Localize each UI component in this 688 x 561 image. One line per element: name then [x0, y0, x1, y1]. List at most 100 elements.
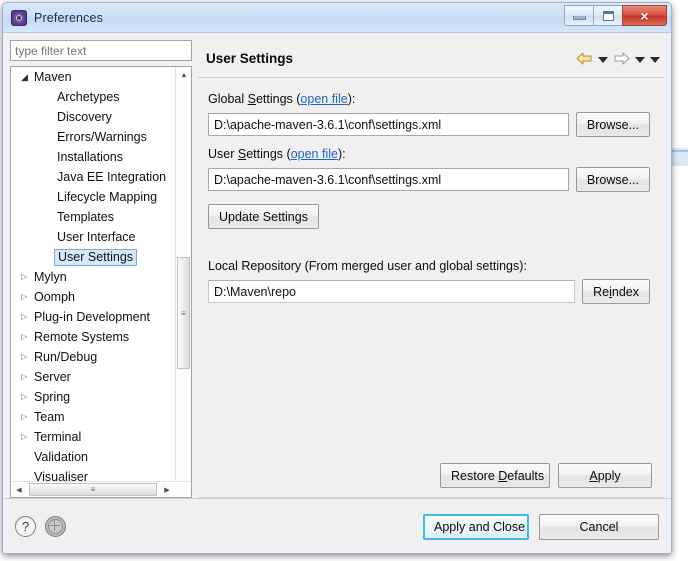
tree-item-validation[interactable]: Validation	[11, 447, 171, 467]
user-settings-browse-button[interactable]: Browse...	[575, 167, 650, 192]
maximize-icon	[602, 10, 614, 21]
restore-defaults-mnemonic: D	[498, 468, 508, 483]
global-settings-label-post: ettings (	[255, 92, 301, 106]
tree-item-terminal[interactable]: Terminal	[11, 427, 171, 447]
user-settings-open-file-link[interactable]: open file	[291, 147, 338, 161]
apply-button[interactable]: Apply	[558, 463, 652, 488]
tree-item-discovery[interactable]: Discovery	[11, 107, 171, 127]
filter-input[interactable]	[10, 40, 192, 61]
user-settings-label: User Settings (open file):	[208, 147, 650, 161]
title-bar[interactable]: Preferences ×	[3, 3, 671, 33]
tree-collapse-arrow-icon[interactable]	[21, 333, 34, 341]
tree-item-templates[interactable]: Templates	[11, 207, 171, 227]
footer-buttons: Apply and Close Cancel	[423, 513, 659, 540]
tree-item-label: Discovery	[57, 110, 112, 124]
tree-collapse-arrow-icon[interactable]	[21, 293, 34, 301]
tree-item-user-interface[interactable]: User Interface	[11, 227, 171, 247]
global-settings-label: Global Settings (open file):	[208, 92, 650, 106]
tree-item-user-settings[interactable]: User Settings	[11, 247, 171, 267]
forward-history-chevron-down-icon[interactable]	[635, 56, 645, 63]
user-settings-row: Browse...	[208, 167, 650, 192]
forward-arrow-icon[interactable]	[613, 51, 630, 66]
tree-collapse-arrow-icon[interactable]	[21, 353, 34, 361]
tree-item-label: User Interface	[57, 230, 136, 244]
user-settings-input[interactable]	[208, 168, 569, 191]
tree-item-remote-systems[interactable]: Remote Systems	[11, 327, 171, 347]
global-settings-label-end: ):	[347, 92, 356, 106]
help-icon[interactable]: ?	[15, 516, 36, 537]
tree-item-maven[interactable]: Maven	[11, 67, 171, 87]
tree-item-lifecycle-mapping[interactable]: Lifecycle Mapping	[11, 187, 171, 207]
preferences-tree[interactable]: Maven Archetypes Discovery Errors/Warnings I…	[10, 66, 192, 498]
tree-item-installations[interactable]: Installations	[11, 147, 171, 167]
tree-item-label: Remote Systems	[34, 330, 130, 344]
dialog-footer: ? Apply and Close Cancel	[3, 498, 671, 553]
back-history-chevron-down-icon[interactable]	[598, 56, 608, 63]
local-repository-input[interactable]	[208, 280, 576, 303]
vertical-scrollbar-thumb[interactable]: ≡	[177, 257, 190, 369]
scrollbar-grip-icon: ≡	[90, 485, 96, 494]
tree-collapse-arrow-icon[interactable]	[21, 393, 34, 401]
tree-collapse-arrow-icon[interactable]	[21, 273, 34, 281]
user-settings-label-post: ettings (	[246, 147, 291, 161]
tree-item-label: Lifecycle Mapping	[57, 190, 158, 204]
tree-collapse-arrow-icon[interactable]	[21, 313, 34, 321]
local-repository-row: Reindex	[208, 279, 650, 304]
tree-item-archetypes[interactable]: Archetypes	[11, 87, 171, 107]
reindex-label-pre: Re	[593, 284, 610, 299]
tree-item-team[interactable]: Team	[11, 407, 171, 427]
tree-collapse-arrow-icon[interactable]	[21, 373, 34, 381]
back-arrow-icon[interactable]	[576, 51, 593, 66]
tree-item-mylyn[interactable]: Mylyn	[11, 267, 171, 287]
page-action-buttons: Restore Defaults Apply	[440, 463, 652, 488]
tree-item-label: Terminal	[34, 430, 82, 444]
globe-icon[interactable]	[45, 516, 66, 537]
maximize-button[interactable]	[593, 5, 622, 26]
tree-item-label: Validation	[34, 450, 88, 464]
restore-defaults-label-post: efaults	[507, 468, 545, 483]
tree-item-label: User Settings	[54, 248, 138, 266]
tree-item-spring[interactable]: Spring	[11, 387, 171, 407]
global-settings-browse-button[interactable]: Browse...	[575, 112, 650, 137]
globe-icon-inner	[48, 519, 63, 534]
dialog-body: Maven Archetypes Discovery Errors/Warnings I…	[3, 33, 671, 498]
view-menu-chevron-down-icon[interactable]	[650, 56, 660, 63]
tree-collapse-arrow-icon[interactable]	[21, 413, 34, 421]
tree-item-plug-in-development[interactable]: Plug-in Development	[11, 307, 171, 327]
window-controls: ×	[564, 5, 667, 26]
close-icon: ×	[640, 7, 649, 24]
scroll-right-icon[interactable]: ▶	[159, 482, 175, 497]
apply-label-post: pply	[597, 468, 621, 483]
tree-item-run-debug[interactable]: Run/Debug	[11, 347, 171, 367]
minimize-button[interactable]	[564, 5, 593, 26]
scroll-up-icon[interactable]: ▲	[176, 67, 191, 84]
reindex-button[interactable]: Reindex	[582, 279, 650, 304]
window-title: Preferences	[34, 10, 104, 25]
update-settings-button[interactable]: Update Settings	[208, 204, 319, 229]
tree-item-label: Java EE Integration	[57, 170, 167, 184]
tree-item-label: Plug-in Development	[34, 310, 151, 324]
tree-item-errors-warnings[interactable]: Errors/Warnings	[11, 127, 171, 147]
cancel-button[interactable]: Cancel	[539, 513, 659, 540]
tree-item-server[interactable]: Server	[11, 367, 171, 387]
tree-item-label: Team	[34, 410, 65, 424]
apply-and-close-button[interactable]: Apply and Close	[423, 513, 529, 540]
apply-mnemonic: A	[589, 468, 598, 483]
tree-item-java-ee-integration[interactable]: Java EE Integration	[11, 167, 171, 187]
tree-collapse-arrow-icon[interactable]	[21, 433, 34, 441]
tree-vertical-scrollbar[interactable]: ▲ ≡ ▼	[175, 67, 191, 497]
horizontal-scrollbar-thumb[interactable]: ≡	[29, 483, 157, 496]
restore-defaults-label-pre: Restore	[451, 468, 499, 483]
global-settings-label-pre: Global	[208, 92, 248, 106]
scroll-left-icon[interactable]: ◀	[11, 482, 27, 497]
global-settings-open-file-link[interactable]: open file	[300, 92, 347, 106]
tree-horizontal-scrollbar[interactable]: ◀ ≡ ▶	[11, 481, 191, 497]
tree-expand-arrow-icon[interactable]	[21, 73, 34, 82]
tree-item-label: Server	[34, 370, 71, 384]
close-button[interactable]: ×	[622, 5, 667, 26]
tree-item-label: Installations	[57, 150, 124, 164]
global-settings-input[interactable]	[208, 113, 569, 136]
page-header: User Settings	[198, 40, 664, 78]
tree-item-oomph[interactable]: Oomph	[11, 287, 171, 307]
restore-defaults-button[interactable]: Restore Defaults	[440, 463, 550, 488]
